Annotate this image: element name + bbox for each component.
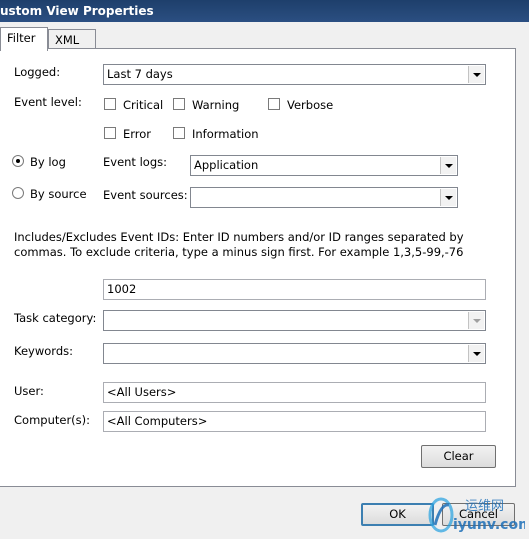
event-logs-value: Application bbox=[194, 158, 259, 172]
tab-filter[interactable]: Filter bbox=[0, 27, 48, 51]
verbose-checkbox[interactable] bbox=[268, 98, 280, 110]
information-label: Information bbox=[192, 127, 259, 141]
information-checkbox[interactable] bbox=[173, 127, 185, 139]
event-ids-value: 1002 bbox=[107, 282, 137, 296]
critical-checkbox[interactable] bbox=[104, 98, 116, 110]
chevron-down-icon[interactable] bbox=[468, 66, 484, 83]
logged-label: Logged: bbox=[14, 65, 61, 79]
tab-filter-label: Filter bbox=[7, 31, 36, 45]
tab-xml-label: XML bbox=[55, 33, 80, 47]
chevron-down-icon[interactable] bbox=[440, 189, 456, 206]
keywords-label: Keywords: bbox=[14, 344, 73, 358]
watermark-line2: iyunv.com bbox=[453, 517, 525, 533]
event-logs-combo[interactable]: Application bbox=[190, 155, 458, 176]
by-source-radio[interactable] bbox=[12, 187, 24, 199]
logged-value: Last 7 days bbox=[107, 67, 173, 81]
warning-checkbox[interactable] bbox=[173, 98, 185, 110]
critical-label: Critical bbox=[123, 98, 164, 112]
event-logs-label: Event logs: bbox=[103, 155, 167, 169]
event-sources-combo[interactable] bbox=[190, 187, 458, 208]
ok-button[interactable]: OK bbox=[361, 503, 434, 526]
logged-combo[interactable]: Last 7 days bbox=[103, 64, 486, 85]
warning-label: Warning bbox=[192, 98, 240, 112]
watermark-logo-icon: 运维网 iyunv.com bbox=[428, 497, 529, 533]
watermark: 运维网 iyunv.com bbox=[425, 495, 529, 535]
user-value: <All Users> bbox=[107, 385, 177, 399]
event-ids-help-text: Includes/Excludes Event IDs: Enter ID nu… bbox=[14, 230, 464, 259]
user-label: User: bbox=[14, 384, 44, 398]
event-level-label: Event level: bbox=[14, 95, 82, 109]
window-title: ustom View Properties bbox=[0, 4, 154, 18]
clear-button-label: Clear bbox=[443, 449, 474, 463]
by-source-label: By source bbox=[30, 187, 87, 201]
chevron-down-icon[interactable] bbox=[468, 312, 484, 329]
keywords-combo[interactable] bbox=[103, 343, 486, 364]
computers-input[interactable]: <All Computers> bbox=[103, 411, 486, 432]
by-log-label: By log bbox=[30, 155, 66, 169]
error-checkbox[interactable] bbox=[104, 127, 116, 139]
event-sources-label: Event sources: bbox=[103, 188, 188, 202]
chevron-down-icon[interactable] bbox=[468, 345, 484, 362]
radio-selected-dot bbox=[16, 159, 20, 163]
user-input[interactable]: <All Users> bbox=[103, 382, 486, 403]
ok-button-label: OK bbox=[389, 507, 406, 521]
title-bar: ustom View Properties bbox=[0, 0, 529, 22]
watermark-line1: 运维网 bbox=[465, 499, 504, 514]
error-label: Error bbox=[123, 127, 152, 141]
task-category-label: Task category: bbox=[14, 311, 97, 325]
chevron-down-icon[interactable] bbox=[440, 157, 456, 174]
verbose-label: Verbose bbox=[287, 98, 334, 112]
task-category-combo[interactable] bbox=[103, 310, 486, 331]
computers-value: <All Computers> bbox=[107, 414, 208, 428]
event-ids-input[interactable]: 1002 bbox=[103, 279, 486, 300]
by-log-radio[interactable] bbox=[12, 155, 24, 167]
clear-button[interactable]: Clear bbox=[421, 445, 496, 468]
computers-label: Computer(s): bbox=[14, 413, 91, 427]
